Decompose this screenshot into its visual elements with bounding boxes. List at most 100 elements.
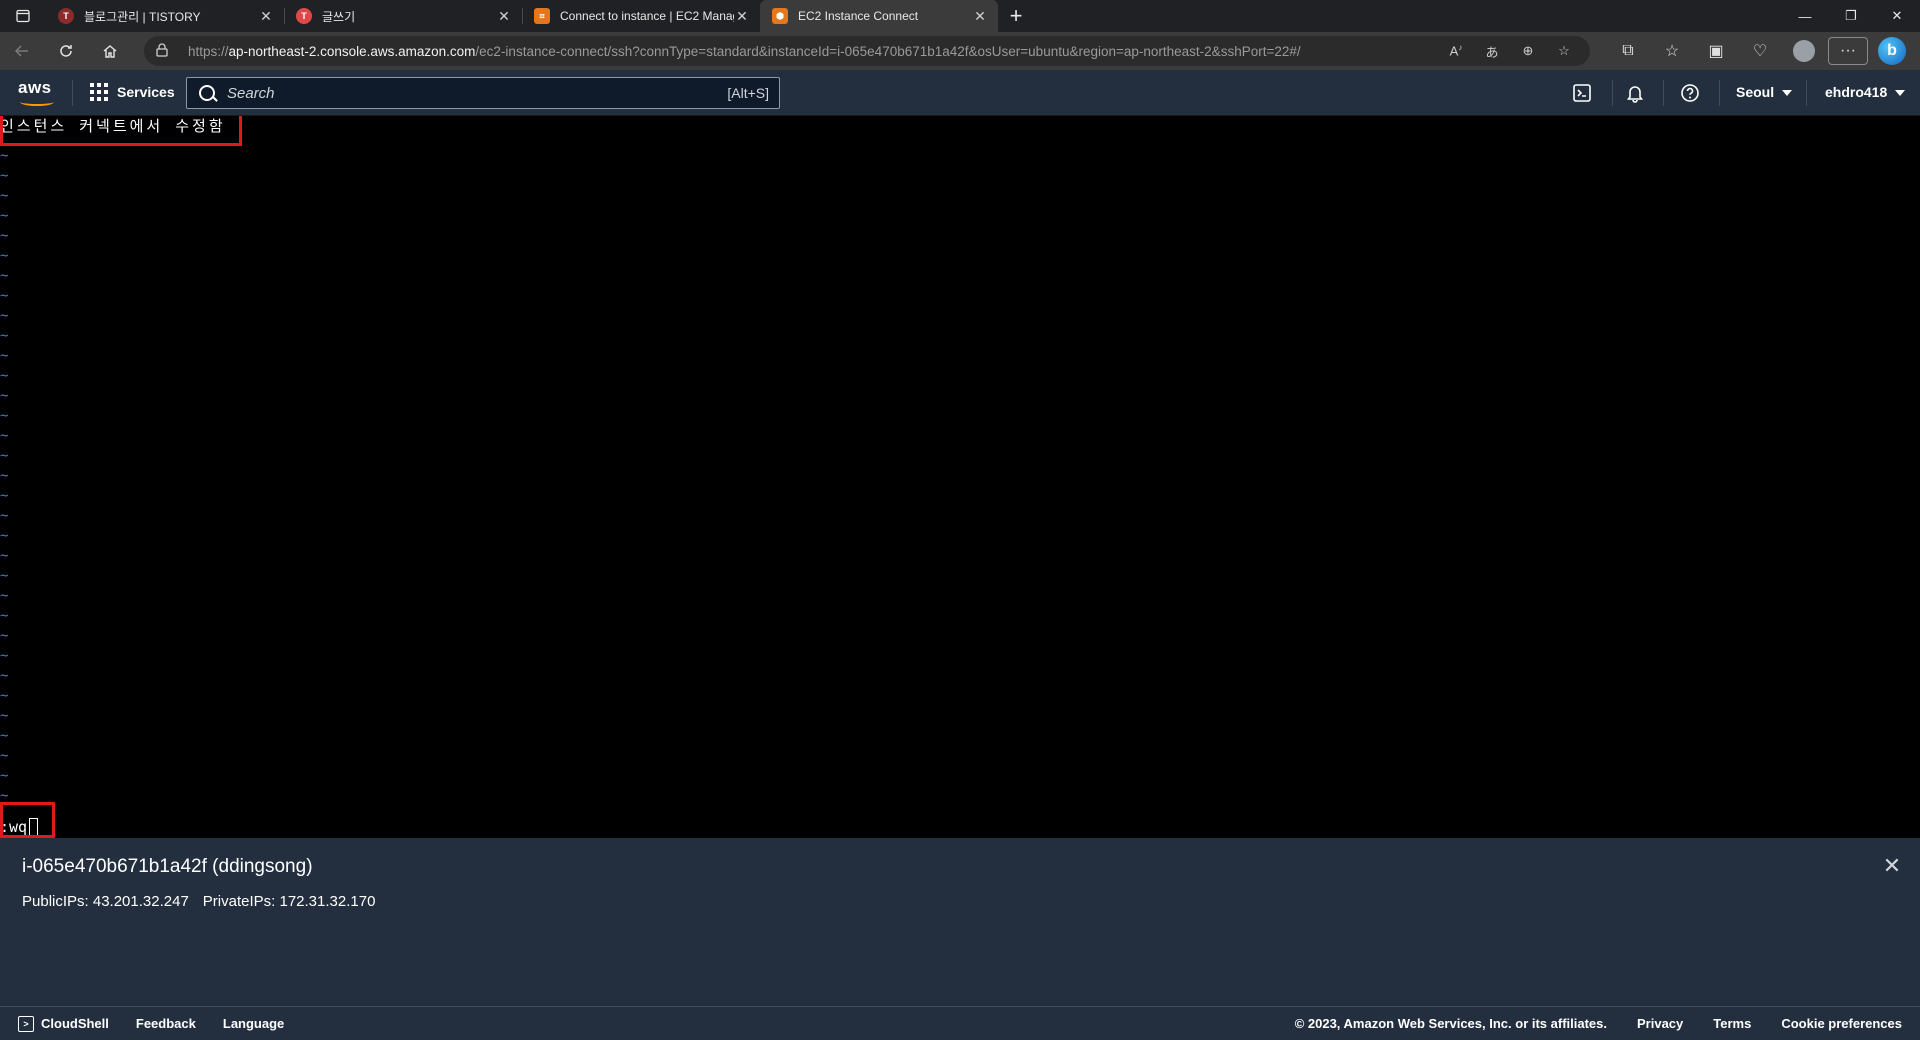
red-highlight-box bbox=[0, 116, 242, 146]
copyright-text: © 2023, Amazon Web Services, Inc. or its… bbox=[1294, 1016, 1607, 1031]
header-divider bbox=[72, 80, 73, 106]
vim-tilde-marker: ~ bbox=[0, 428, 9, 444]
refresh-icon[interactable] bbox=[44, 32, 88, 70]
tistory-favicon-icon: T bbox=[296, 8, 312, 24]
read-aloud-icon[interactable]: A♪ bbox=[1444, 43, 1468, 58]
url-text[interactable]: https://ap-northeast-2.console.aws.amazo… bbox=[188, 44, 1368, 59]
close-tab-icon[interactable]: ✕ bbox=[734, 8, 750, 25]
cloudshell-link[interactable]: CloudShell bbox=[41, 1016, 109, 1031]
vim-tilde-marker: ~ bbox=[0, 768, 9, 784]
minimize-icon[interactable]: — bbox=[1782, 0, 1828, 32]
tab-actions-icon[interactable] bbox=[0, 0, 46, 32]
footer-left: > CloudShell Feedback Language bbox=[18, 1015, 311, 1032]
vim-tilde-marker: ~ bbox=[0, 348, 9, 364]
vim-tilde-marker: ~ bbox=[0, 628, 9, 644]
header-divider bbox=[1719, 80, 1720, 106]
browser-toolbar: https://ap-northeast-2.console.aws.amazo… bbox=[0, 32, 1920, 70]
browser-tab-connect-to-instance[interactable]: ⌗ Connect to instance | EC2 Management C… bbox=[522, 0, 760, 32]
extensions-icon[interactable]: ⧉ bbox=[1606, 32, 1650, 70]
close-tab-icon[interactable]: ✕ bbox=[496, 8, 512, 25]
url-path: /ec2-instance-connect/ssh?connType=stand… bbox=[475, 43, 1301, 59]
help-icon[interactable] bbox=[1678, 81, 1702, 105]
instance-title: i-065e470b671b1a42f (ddingsong) bbox=[22, 856, 313, 877]
close-panel-icon[interactable]: ✕ bbox=[1878, 852, 1906, 880]
cookie-preferences-link[interactable]: Cookie preferences bbox=[1781, 1016, 1902, 1031]
avatar bbox=[1793, 40, 1815, 62]
url-host: ap-northeast-2.console.aws.amazon.com bbox=[228, 43, 476, 59]
search-icon bbox=[199, 85, 215, 101]
vim-tilde-marker: ~ bbox=[0, 148, 9, 164]
bing-logo: b bbox=[1878, 37, 1906, 65]
vim-tilde-marker: ~ bbox=[0, 568, 9, 584]
zoom-icon[interactable]: ⊕ bbox=[1516, 43, 1540, 59]
collections-icon[interactable]: ▣ bbox=[1694, 32, 1738, 70]
chevron-down-icon bbox=[1782, 90, 1793, 97]
browser-tab-write-post[interactable]: T 글쓰기 ✕ bbox=[284, 0, 522, 32]
vim-tilde-marker: ~ bbox=[0, 488, 9, 504]
vim-tilde-marker: ~ bbox=[0, 288, 9, 304]
account-menu[interactable]: ehdro418 bbox=[1825, 84, 1906, 100]
translate-icon[interactable]: あ bbox=[1480, 42, 1504, 61]
account-label: ehdro418 bbox=[1825, 84, 1888, 100]
cloudshell-icon[interactable] bbox=[1570, 81, 1594, 105]
console-search[interactable]: [Alt+S] bbox=[186, 77, 780, 109]
vim-tilde-marker: ~ bbox=[0, 328, 9, 344]
new-tab-icon[interactable]: + bbox=[998, 0, 1034, 32]
ssh-terminal[interactable]: 인스턴스 커넥트에서 수정함 ~ ~ ~ ~ ~ ~ ~ ~ ~ ~ ~ ~ ~ ~ ~ ~ ~ ~ ~ ~ ~ ~ ~ ~ ~… bbox=[0, 116, 1920, 838]
footer-right: © 2023, Amazon Web Services, Inc. or its… bbox=[1295, 1016, 1902, 1031]
bing-copilot-icon[interactable]: b bbox=[1870, 32, 1914, 70]
browser-tab-strip: T 블로그관리 | TISTORY ✕ T 글쓰기 ✕ ⌗ Connect to… bbox=[0, 0, 1920, 32]
aws-console-header: aws Services [Alt+S] Seoul bbox=[0, 70, 1920, 116]
ec2-cube-favicon-icon: ⬢ bbox=[772, 8, 788, 24]
private-ips: PrivateIPs: 172.31.32.170 bbox=[202, 893, 376, 910]
url-scheme: https:// bbox=[188, 43, 229, 59]
vim-tilde-marker: ~ bbox=[0, 608, 9, 624]
notifications-bell-icon[interactable] bbox=[1623, 81, 1647, 105]
favorite-add-icon[interactable]: ☆ bbox=[1552, 43, 1576, 59]
browser-tab-tistory-admin[interactable]: T 블로그관리 | TISTORY ✕ bbox=[46, 0, 284, 32]
vim-tilde-marker: ~ bbox=[0, 748, 9, 764]
window-controls: — ❐ ✕ bbox=[1782, 0, 1920, 32]
aws-logo[interactable]: aws bbox=[18, 78, 58, 108]
vim-tilde-marker: ~ bbox=[0, 448, 9, 464]
address-bar[interactable]: https://ap-northeast-2.console.aws.amazo… bbox=[144, 36, 1590, 66]
close-tab-icon[interactable]: ✕ bbox=[972, 8, 988, 25]
privacy-link[interactable]: Privacy bbox=[1637, 1016, 1683, 1031]
services-menu-button[interactable]: Services bbox=[90, 83, 175, 101]
region-selector[interactable]: Seoul bbox=[1736, 84, 1793, 100]
restore-icon[interactable]: ❐ bbox=[1828, 0, 1874, 32]
vim-tilde-marker: ~ bbox=[0, 408, 9, 424]
public-ips: PublicIPs: 43.201.32.247 bbox=[22, 893, 189, 910]
vim-tilde-marker: ~ bbox=[0, 588, 9, 604]
vim-tilde-marker: ~ bbox=[0, 688, 9, 704]
chevron-down-icon bbox=[1895, 90, 1906, 97]
back-icon[interactable] bbox=[0, 32, 44, 70]
vim-tilde-marker: ~ bbox=[0, 268, 9, 284]
vim-tilde-marker: ~ bbox=[0, 648, 9, 664]
profile-avatar[interactable] bbox=[1782, 32, 1826, 70]
vim-tilde-marker: ~ bbox=[0, 668, 9, 684]
favorites-icon[interactable]: ☆ bbox=[1650, 32, 1694, 70]
feedback-link[interactable]: Feedback bbox=[136, 1016, 196, 1031]
terms-link[interactable]: Terms bbox=[1713, 1016, 1751, 1031]
red-highlight-box bbox=[0, 802, 55, 838]
language-link[interactable]: Language bbox=[223, 1016, 284, 1031]
vim-tilde-marker: ~ bbox=[0, 228, 9, 244]
instance-details-panel: i-065e470b671b1a42f (ddingsong) PublicIP… bbox=[0, 838, 1920, 1006]
tab-title: Connect to instance | EC2 Management Con… bbox=[560, 9, 734, 23]
browser-tab-ec2-instance-connect[interactable]: ⬢ EC2 Instance Connect ✕ bbox=[760, 0, 998, 32]
vim-tilde-marker: ~ bbox=[0, 508, 9, 524]
lock-icon[interactable] bbox=[156, 42, 174, 60]
browser-essentials-icon[interactable]: ♡ bbox=[1738, 32, 1782, 70]
close-tab-icon[interactable]: ✕ bbox=[258, 8, 274, 25]
home-icon[interactable] bbox=[88, 32, 132, 70]
browser-toolbar-right: ⧉ ☆ ▣ ♡ ··· b bbox=[1606, 32, 1914, 70]
vim-tilde-marker: ~ bbox=[0, 728, 9, 744]
settings-more-icon[interactable]: ··· bbox=[1828, 37, 1868, 65]
aws-favicon-icon: ⌗ bbox=[534, 8, 550, 24]
close-window-icon[interactable]: ✕ bbox=[1874, 0, 1920, 32]
aws-logo-text: aws bbox=[18, 78, 52, 97]
tab-title: 블로그관리 | TISTORY bbox=[84, 9, 201, 24]
services-grid-icon bbox=[90, 83, 108, 101]
search-input[interactable] bbox=[227, 84, 697, 102]
